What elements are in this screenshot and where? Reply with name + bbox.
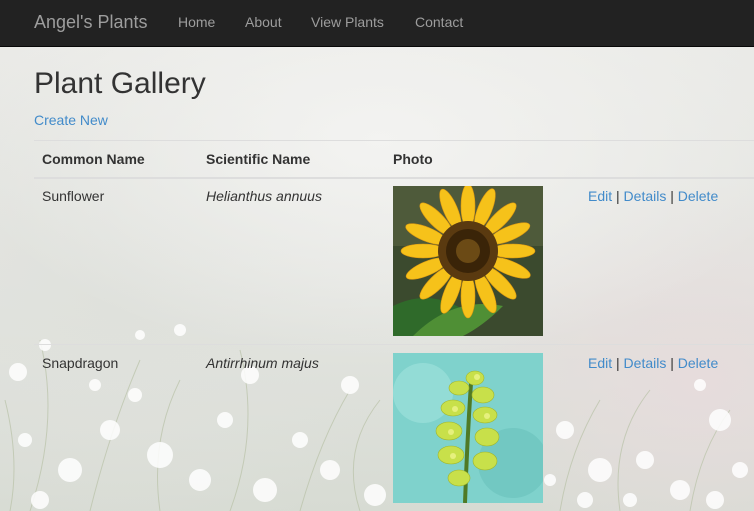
header-common-name: Common Name xyxy=(42,151,145,167)
details-link[interactable]: Details xyxy=(624,188,667,204)
header-scientific-name: Scientific Name xyxy=(206,151,311,167)
row-actions: Edit | Details | Delete xyxy=(588,355,718,371)
snapdragon-photo xyxy=(393,353,543,503)
page-title: Plant Gallery xyxy=(34,67,206,100)
delete-link[interactable]: Delete xyxy=(678,188,718,204)
delete-link[interactable]: Delete xyxy=(678,355,718,371)
scientific-name-cell: Antirrhinum majus xyxy=(206,355,319,371)
scientific-name-cell: Helianthus annuus xyxy=(206,188,322,204)
table-top-border xyxy=(34,140,754,141)
nav-contact[interactable]: Contact xyxy=(415,14,463,30)
create-new-link[interactable]: Create New xyxy=(34,112,108,128)
action-separator: | xyxy=(616,355,620,371)
details-link[interactable]: Details xyxy=(624,355,667,371)
row-actions: Edit | Details | Delete xyxy=(588,188,718,204)
navbar: Angel's Plants Home About View Plants Co… xyxy=(0,0,754,47)
common-name-cell: Snapdragon xyxy=(42,355,119,371)
header-divider xyxy=(34,177,754,179)
header-photo: Photo xyxy=(393,151,433,167)
sunflower-photo xyxy=(393,186,543,336)
brand-link[interactable]: Angel's Plants xyxy=(34,12,148,33)
nav-view-plants[interactable]: View Plants xyxy=(311,14,384,30)
action-separator: | xyxy=(670,355,674,371)
action-separator: | xyxy=(670,188,674,204)
nav-home[interactable]: Home xyxy=(178,14,215,30)
row-divider xyxy=(34,344,754,345)
action-separator: | xyxy=(616,188,620,204)
edit-link[interactable]: Edit xyxy=(588,188,612,204)
edit-link[interactable]: Edit xyxy=(588,355,612,371)
nav-about[interactable]: About xyxy=(245,14,282,30)
common-name-cell: Sunflower xyxy=(42,188,105,204)
